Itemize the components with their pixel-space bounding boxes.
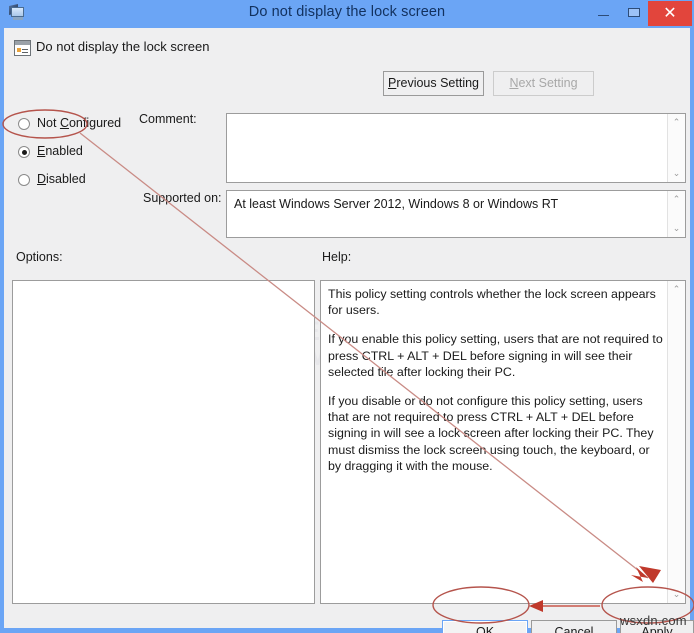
comment-label: Comment: — [139, 112, 197, 126]
supported-on-label: Supported on: — [143, 191, 222, 205]
help-text: This policy setting controls whether the… — [328, 286, 663, 474]
scroll-down-icon[interactable]: ⌄ — [668, 221, 685, 236]
scroll-down-icon[interactable]: ⌄ — [668, 587, 685, 602]
title-bar[interactable]: Do not display the lock screen ✕ — [0, 0, 694, 28]
radio-disabled-label: Disabled — [37, 172, 86, 186]
radio-enabled-label: Enabled — [37, 144, 83, 158]
scroll-up-icon[interactable]: ⌃ — [668, 282, 685, 297]
scroll-up-icon[interactable]: ⌃ — [668, 192, 685, 207]
maximize-icon[interactable] — [620, 2, 648, 24]
scroll-down-icon[interactable]: ⌄ — [668, 166, 685, 181]
next-setting-button[interactable]: Next Setting — [493, 71, 594, 96]
group-policy-dialog: Do not display the lock screen ✕ Do not … — [0, 0, 694, 633]
help-scrollbar[interactable]: ⌃ ⌄ — [667, 281, 685, 603]
scroll-up-icon[interactable]: ⌃ — [668, 115, 685, 130]
radio-enabled-indicator — [18, 146, 30, 158]
supported-on-scrollbar[interactable]: ⌃ ⌄ — [667, 191, 685, 237]
help-paragraph: If you disable or do not configure this … — [328, 394, 654, 473]
cancel-button[interactable]: Cancel — [531, 620, 617, 633]
radio-not-configured-indicator — [18, 118, 30, 130]
help-label: Help: — [322, 250, 352, 264]
help-panel[interactable]: This policy setting controls whether the… — [320, 280, 686, 604]
supported-on-value: At least Windows Server 2012, Windows 8 … — [234, 197, 559, 211]
radio-not-configured-label: Not Configured — [37, 116, 122, 130]
ok-button[interactable]: OK — [442, 620, 528, 633]
policy-setting-icon — [14, 40, 31, 56]
help-paragraph: If you enable this policy setting, users… — [328, 332, 663, 379]
options-label: Options: — [16, 250, 63, 264]
close-glyph: ✕ — [663, 5, 677, 22]
page-title: Do not display the lock screen — [36, 39, 210, 54]
supported-on-field[interactable]: At least Windows Server 2012, Windows 8 … — [226, 190, 686, 238]
apply-button[interactable]: Apply — [620, 620, 694, 633]
close-icon[interactable]: ✕ — [648, 1, 692, 26]
options-panel[interactable] — [12, 280, 315, 604]
previous-setting-button[interactable]: Previous Setting — [383, 71, 484, 96]
comment-input[interactable]: ⌃ ⌄ — [226, 113, 686, 183]
comment-scrollbar[interactable]: ⌃ ⌄ — [667, 114, 685, 182]
dialog-content: Do not display the lock screen Previous … — [4, 28, 694, 633]
minimize-icon[interactable] — [590, 2, 618, 24]
radio-disabled-indicator — [18, 174, 30, 186]
help-paragraph: This policy setting controls whether the… — [328, 287, 656, 318]
